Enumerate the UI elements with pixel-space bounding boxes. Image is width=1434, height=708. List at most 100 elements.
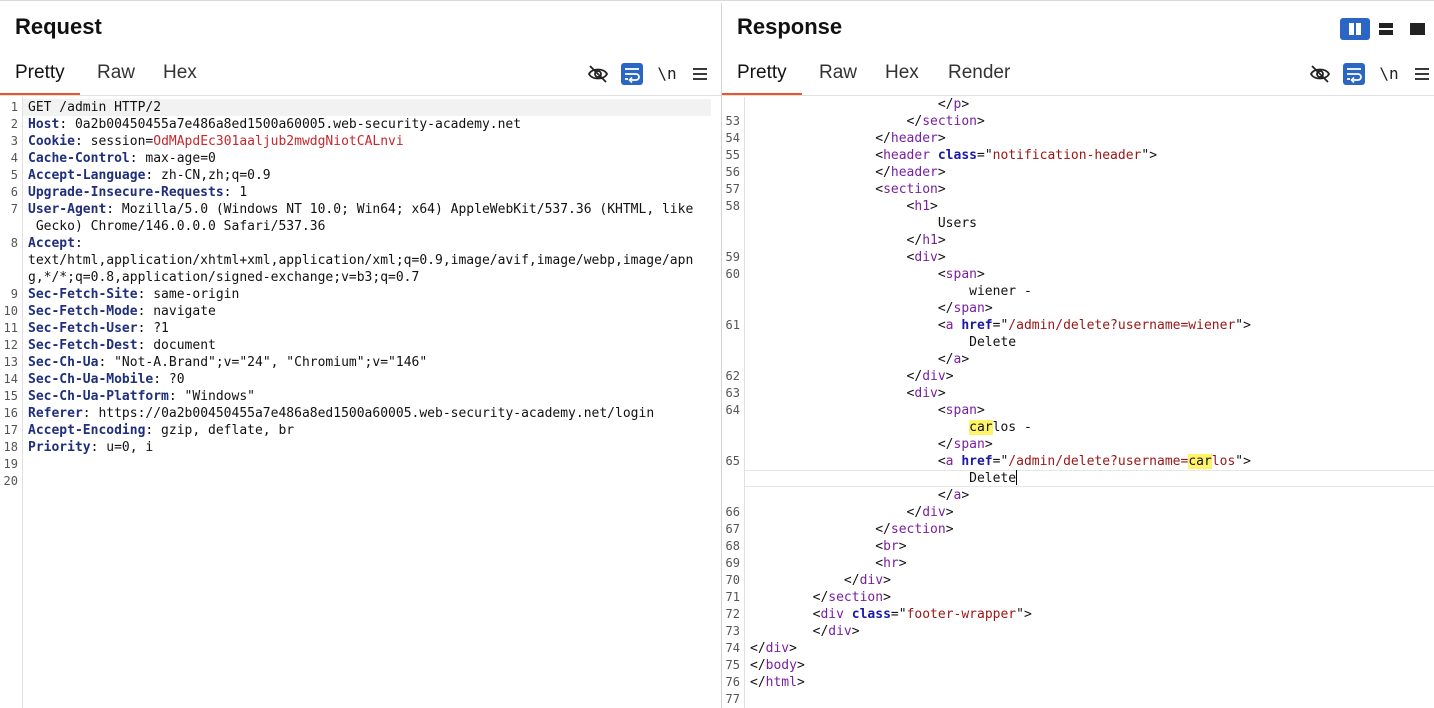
menu-hamburger-icon[interactable]	[1411, 63, 1433, 85]
html-punct: </	[937, 488, 954, 503]
request-editor[interactable]: 1 GET /admin HTTP/2 2 Host: 0a2b00450455a7e…	[0, 97, 721, 708]
response-code-line: </header>	[750, 164, 945, 181]
html-tag: section	[883, 182, 938, 197]
menu-hamburger-icon[interactable]	[689, 63, 711, 85]
response-tab-render[interactable]: Render	[933, 55, 1025, 93]
request-pane: Request Pretty Raw Hex \n 1 GET /admin HT…	[0, 3, 721, 708]
line-number: 5	[10, 168, 18, 182]
line-number	[722, 487, 740, 504]
header-name: Sec-Fetch-Site	[28, 287, 138, 302]
request-tab-hex[interactable]: Hex	[148, 55, 212, 93]
response-tab-raw[interactable]: Raw	[804, 55, 872, 93]
hide-nonprintable-eye-off-icon[interactable]	[587, 63, 609, 85]
line-number: 74	[725, 641, 740, 655]
response-tab-pretty[interactable]: Pretty	[722, 55, 802, 96]
html-punct: <	[937, 403, 946, 418]
html-punct: <	[937, 318, 946, 333]
html-tag: span	[953, 437, 985, 452]
header-value: text/html,application/xhtml+xml,applicat…	[28, 253, 694, 268]
search-highlight: car	[969, 420, 993, 435]
layout-single-icon[interactable]	[1402, 18, 1432, 40]
response-code-line: </p>	[750, 97, 969, 113]
line-number: 65	[725, 454, 740, 468]
html-tag: h1	[922, 233, 938, 248]
html-punct: </	[937, 97, 954, 112]
header-value: document	[145, 338, 216, 353]
header-name: Sec-Ch-Ua-Mobile	[28, 372, 154, 387]
response-code-line: <a href="/admin/delete?username=wiener">	[750, 317, 1251, 334]
html-punct: >	[937, 182, 946, 197]
request-code-line: Accept-Encoding: gzip, deflate, br	[28, 422, 294, 439]
header-name: Sec-Fetch-Mode	[28, 304, 138, 319]
html-punct	[844, 607, 852, 622]
html-punct: <	[937, 454, 946, 469]
show-newlines-toggle[interactable]: \n	[656, 63, 678, 85]
line-number	[722, 215, 740, 232]
request-tab-pretty[interactable]: Pretty	[0, 55, 80, 96]
line-number: 68	[725, 539, 740, 553]
hide-nonprintable-eye-off-icon[interactable]	[1309, 63, 1331, 85]
request-code-line: Sec-Ch-Ua: "Not-A.Brand";v="24", "Chromi…	[28, 354, 427, 371]
html-attr: href	[961, 318, 993, 333]
html-punct: >	[961, 97, 970, 112]
html-tag: section	[922, 114, 977, 129]
line-number	[722, 283, 740, 300]
line-number: 8	[10, 236, 18, 250]
response-code-line: <h1>	[750, 198, 938, 215]
response-code-line: wiener -	[750, 283, 1032, 300]
html-tag: div	[914, 250, 938, 265]
response-code-line: </div>	[750, 368, 954, 385]
html-punct: ="	[977, 148, 993, 163]
request-code-line: Upgrade-Insecure-Requests: 1	[28, 184, 247, 201]
line-number	[722, 300, 740, 317]
cookie-value: OdMApdEc301aaljub2mwdgNiotCALnvi	[153, 134, 404, 149]
header-colon: :	[106, 202, 115, 217]
line-number: 75	[725, 658, 740, 672]
html-punct: ">	[1141, 148, 1158, 163]
html-tag: a	[945, 318, 954, 333]
response-tab-hex[interactable]: Hex	[870, 55, 934, 93]
response-code-line: </header>	[750, 130, 945, 147]
html-tag: section	[890, 522, 946, 537]
response-code-line: </section>	[750, 521, 953, 538]
response-code-line: </a>	[750, 351, 969, 368]
layout-stacked-icon[interactable]	[1371, 18, 1401, 40]
line-number	[722, 97, 740, 113]
html-text: Delete	[969, 335, 1017, 350]
wrap-lines-icon[interactable]	[621, 63, 643, 85]
html-tag: div	[828, 624, 852, 639]
html-punct: </	[906, 114, 923, 129]
html-punct: </	[750, 658, 766, 673]
html-tag: div	[914, 386, 938, 401]
response-editor[interactable]: </p> 53 </section> 54 </header> 55 <header …	[722, 97, 1434, 708]
show-newlines-toggle[interactable]: \n	[1378, 63, 1400, 85]
line-number: 10	[3, 304, 18, 318]
response-code-line: </section>	[750, 589, 891, 606]
html-string: footer-wrapper	[906, 607, 1017, 622]
line-number: 11	[3, 321, 18, 335]
line-number: 20	[3, 474, 18, 488]
response-code-line: </div>	[750, 640, 797, 657]
request-code-line: Sec-Fetch-User: ?1	[28, 320, 169, 337]
layout-side-by-side-icon[interactable]	[1340, 18, 1370, 40]
html-punct: >	[930, 199, 938, 214]
wrap-lines-icon[interactable]	[1343, 63, 1365, 85]
line-number: 67	[725, 522, 740, 536]
line-number: 16	[3, 406, 18, 420]
line-number: 6	[10, 185, 18, 199]
response-code-line: Delete	[750, 334, 1016, 351]
html-string: /admin/delete?username=wiener	[1008, 318, 1236, 333]
html-punct: >	[945, 369, 954, 384]
request-tab-raw[interactable]: Raw	[82, 55, 150, 93]
line-number: 57	[725, 182, 740, 196]
